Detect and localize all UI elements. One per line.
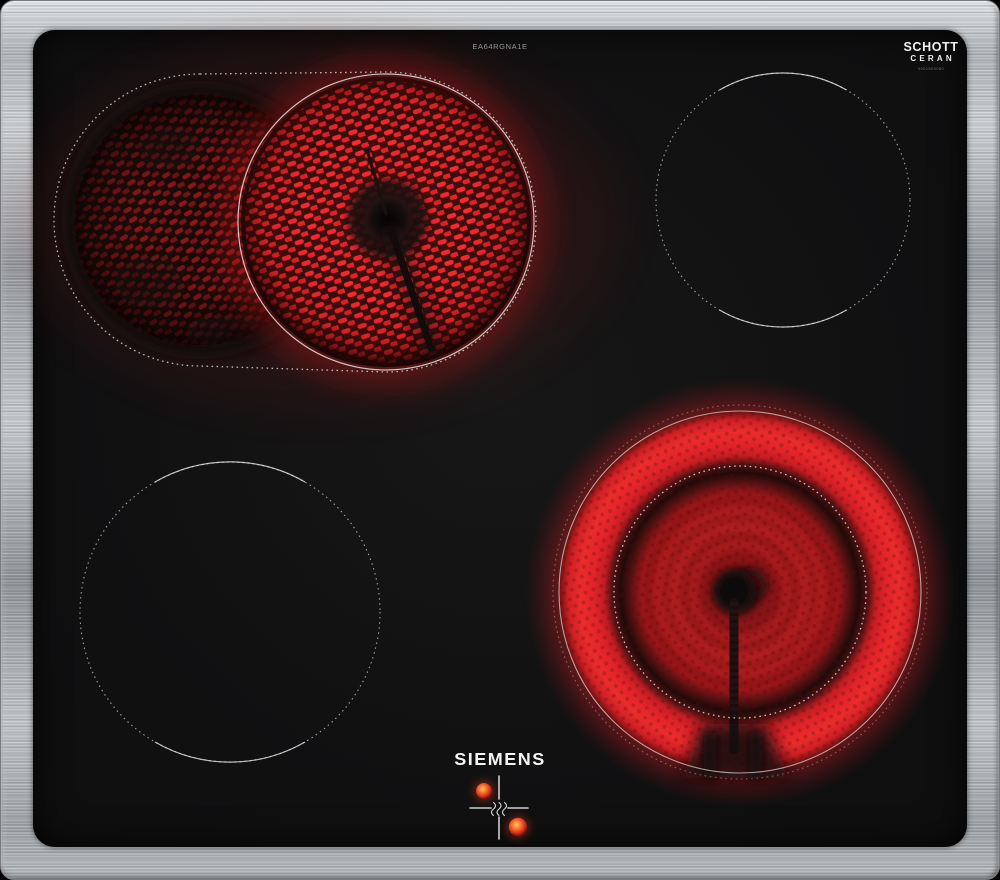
ceramic-glass-surface bbox=[33, 30, 967, 847]
siemens-logo: SIEMENS bbox=[454, 749, 546, 769]
model-code-print: EA64RGNA1E bbox=[472, 42, 528, 51]
ceran-logo-text: CERAN bbox=[910, 53, 955, 63]
hob-product-photo: EA64RGNA1E SCHOTT CERAN 9001509080 SIEME… bbox=[0, 0, 1000, 880]
schott-logo-text: SCHOTT bbox=[903, 40, 959, 54]
glass-print-code: 9001509080 bbox=[917, 65, 945, 71]
schott-ceran-logo: SCHOTT CERAN 9001509080 bbox=[894, 41, 968, 71]
